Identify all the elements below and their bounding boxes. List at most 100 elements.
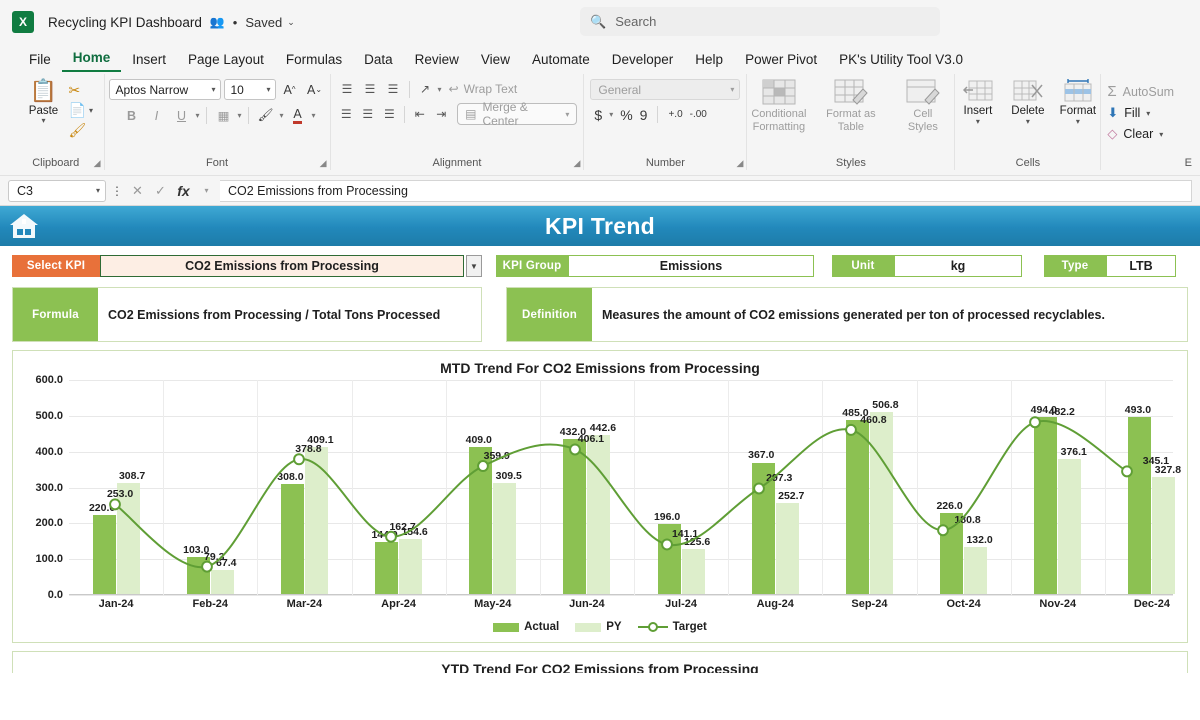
save-status[interactable]: Saved bbox=[245, 15, 282, 30]
formula-input[interactable]: CO2 Emissions from Processing bbox=[220, 179, 1192, 202]
autosum-label: AutoSum bbox=[1122, 84, 1175, 99]
format-as-table-button[interactable]: Format as Table bbox=[818, 79, 884, 134]
tab-view[interactable]: View bbox=[470, 49, 521, 72]
select-kpi-dropdown[interactable]: CO2 Emissions from Processing ▼ bbox=[100, 255, 482, 277]
home-icon[interactable] bbox=[8, 211, 40, 241]
chevron-down-icon[interactable]: ▾ bbox=[1026, 117, 1030, 126]
chevron-down-icon[interactable]: ▾ bbox=[1076, 117, 1080, 126]
decrease-decimal-button[interactable]: -.00 bbox=[690, 109, 707, 120]
chevron-down-icon[interactable]: ▾ bbox=[976, 117, 980, 126]
chevron-down-icon[interactable]: ▾ bbox=[196, 111, 200, 120]
definition-text: Measures the amount of CO2 emissions gen… bbox=[602, 307, 1105, 322]
legend-swatch-py bbox=[575, 622, 602, 632]
search-input[interactable]: 🔍 Search bbox=[580, 7, 940, 36]
italic-button[interactable]: I bbox=[146, 105, 168, 126]
formula-bar-more-button[interactable]: ⋮ bbox=[110, 184, 124, 198]
kpi-group-label: KPI Group bbox=[496, 255, 568, 277]
font-group-label: Font bbox=[205, 157, 228, 169]
paste-button[interactable]: 📋 Paste ▾ bbox=[19, 79, 69, 125]
chevron-down-icon[interactable]: ▾ bbox=[438, 85, 442, 94]
increase-indent-button[interactable]: ⇥ bbox=[432, 104, 452, 124]
tab-power-pivot[interactable]: Power Pivot bbox=[734, 49, 828, 72]
number-format-select[interactable]: General ▾ bbox=[590, 79, 741, 100]
clipboard-dialog-launcher[interactable]: ◢ bbox=[94, 158, 101, 169]
chevron-down-icon[interactable]: ▾ bbox=[1159, 130, 1163, 139]
borders-button[interactable]: ▦ bbox=[213, 105, 235, 126]
font-dialog-launcher[interactable]: ◢ bbox=[320, 158, 327, 169]
number-dialog-launcher[interactable]: ◢ bbox=[736, 158, 743, 169]
cell-styles-button[interactable]: Cell Styles bbox=[890, 79, 956, 134]
comma-style-button[interactable]: 9 bbox=[640, 107, 648, 123]
legend-item-target[interactable]: Target bbox=[637, 621, 707, 633]
percent-button[interactable]: % bbox=[620, 107, 632, 123]
tab-help[interactable]: Help bbox=[684, 49, 734, 72]
align-middle-button[interactable]: ☰ bbox=[360, 79, 381, 99]
tab-formulas[interactable]: Formulas bbox=[275, 49, 353, 72]
tab-file[interactable]: File bbox=[18, 49, 62, 72]
tab-automate[interactable]: Automate bbox=[521, 49, 601, 72]
formula-box: Formula CO2 Emissions from Processing / … bbox=[12, 287, 482, 342]
chevron-down-icon[interactable]: ▾ bbox=[89, 106, 93, 115]
dropdown-arrow-icon[interactable]: ▼ bbox=[466, 255, 482, 277]
font-size-value: 10 bbox=[230, 82, 244, 97]
tab-pks-utility-tool[interactable]: PK's Utility Tool V3.0 bbox=[828, 49, 974, 72]
align-center-button[interactable]: ☰ bbox=[358, 104, 378, 124]
align-right-button[interactable]: ☰ bbox=[380, 104, 400, 124]
tab-page-layout[interactable]: Page Layout bbox=[177, 49, 275, 72]
font-name-select[interactable]: Aptos Narrow ▾ bbox=[108, 79, 221, 100]
legend-item-py[interactable]: PY bbox=[575, 621, 622, 633]
tab-review[interactable]: Review bbox=[404, 49, 470, 72]
copy-button[interactable]: 📄 ▾ bbox=[69, 102, 93, 119]
increase-decimal-button[interactable]: +.0 bbox=[668, 109, 682, 120]
tab-home[interactable]: Home bbox=[61, 47, 122, 72]
font-color-button[interactable]: A bbox=[287, 105, 309, 126]
grow-font-button[interactable]: A ^ bbox=[279, 79, 301, 100]
cancel-icon[interactable]: ✕ bbox=[128, 183, 147, 199]
y-axis-tick: 500.0 bbox=[35, 409, 63, 422]
wrap-text-button[interactable]: ↩ Wrap Text bbox=[449, 82, 518, 96]
underline-button[interactable]: U bbox=[171, 105, 193, 126]
kpi-group-field: KPI Group Emissions bbox=[496, 255, 814, 277]
document-title[interactable]: Recycling KPI Dashboard bbox=[48, 15, 202, 30]
chevron-down-icon[interactable]: ▾ bbox=[312, 111, 316, 120]
tab-developer[interactable]: Developer bbox=[601, 49, 685, 72]
alignment-dialog-launcher[interactable]: ◢ bbox=[573, 158, 580, 169]
shrink-font-button[interactable]: A ⌄ bbox=[304, 79, 326, 100]
font-size-select[interactable]: 10 ▾ bbox=[223, 79, 276, 100]
delete-cells-button[interactable]: Delete ▾ bbox=[1005, 79, 1051, 126]
insert-cells-button[interactable]: Insert ▾ bbox=[955, 79, 1001, 126]
chevron-down-icon[interactable]: ▾ bbox=[280, 111, 284, 120]
chevron-down-icon[interactable]: ⌄ bbox=[287, 17, 295, 28]
decrease-indent-button[interactable]: ⇤ bbox=[410, 104, 430, 124]
people-icon[interactable]: 👥 bbox=[210, 15, 225, 29]
align-bottom-button[interactable]: ☰ bbox=[383, 79, 404, 99]
conditional-formatting-button[interactable]: Conditional Formatting bbox=[746, 79, 812, 134]
chevron-down-icon[interactable]: ▾ bbox=[197, 186, 216, 195]
merge-and-center-button[interactable]: ▤ Merge & Center ▾ bbox=[457, 100, 578, 128]
chevron-down-icon[interactable]: ▾ bbox=[238, 111, 242, 120]
tab-insert[interactable]: Insert bbox=[121, 49, 177, 72]
currency-button[interactable]: $ bbox=[594, 107, 602, 123]
bold-button[interactable]: B bbox=[121, 105, 143, 126]
format-cells-button[interactable]: Format ▾ bbox=[1055, 79, 1101, 126]
format-painter-button[interactable]: 🖌 bbox=[69, 122, 87, 139]
cut-button[interactable]: ✂ bbox=[69, 82, 81, 99]
fx-icon[interactable]: fx bbox=[174, 183, 193, 199]
chevron-down-icon[interactable]: ▾ bbox=[565, 110, 569, 119]
name-box[interactable]: C3 ▾ bbox=[8, 179, 106, 202]
fill-button[interactable]: ⬇ Fill ▾ bbox=[1107, 105, 1174, 121]
tab-data[interactable]: Data bbox=[353, 49, 404, 72]
check-icon[interactable]: ✓ bbox=[151, 183, 170, 199]
clear-button[interactable]: ◇ Clear ▾ bbox=[1107, 126, 1174, 142]
chevron-down-icon[interactable]: ▾ bbox=[42, 117, 46, 125]
paintbrush-icon: 🖌 bbox=[68, 122, 87, 138]
eraser-icon: ◇ bbox=[1107, 126, 1118, 141]
fill-color-button[interactable]: 🖌 bbox=[255, 105, 277, 126]
chevron-down-icon[interactable]: ▾ bbox=[1146, 109, 1150, 118]
chevron-down-icon[interactable]: ▾ bbox=[609, 110, 613, 119]
align-top-button[interactable]: ☰ bbox=[337, 79, 358, 99]
align-left-button[interactable]: ☰ bbox=[337, 104, 357, 124]
orientation-button[interactable]: ↗ bbox=[415, 79, 436, 99]
autosum-button[interactable]: Σ AutoSum bbox=[1107, 83, 1174, 100]
legend-item-actual[interactable]: Actual bbox=[493, 621, 559, 633]
